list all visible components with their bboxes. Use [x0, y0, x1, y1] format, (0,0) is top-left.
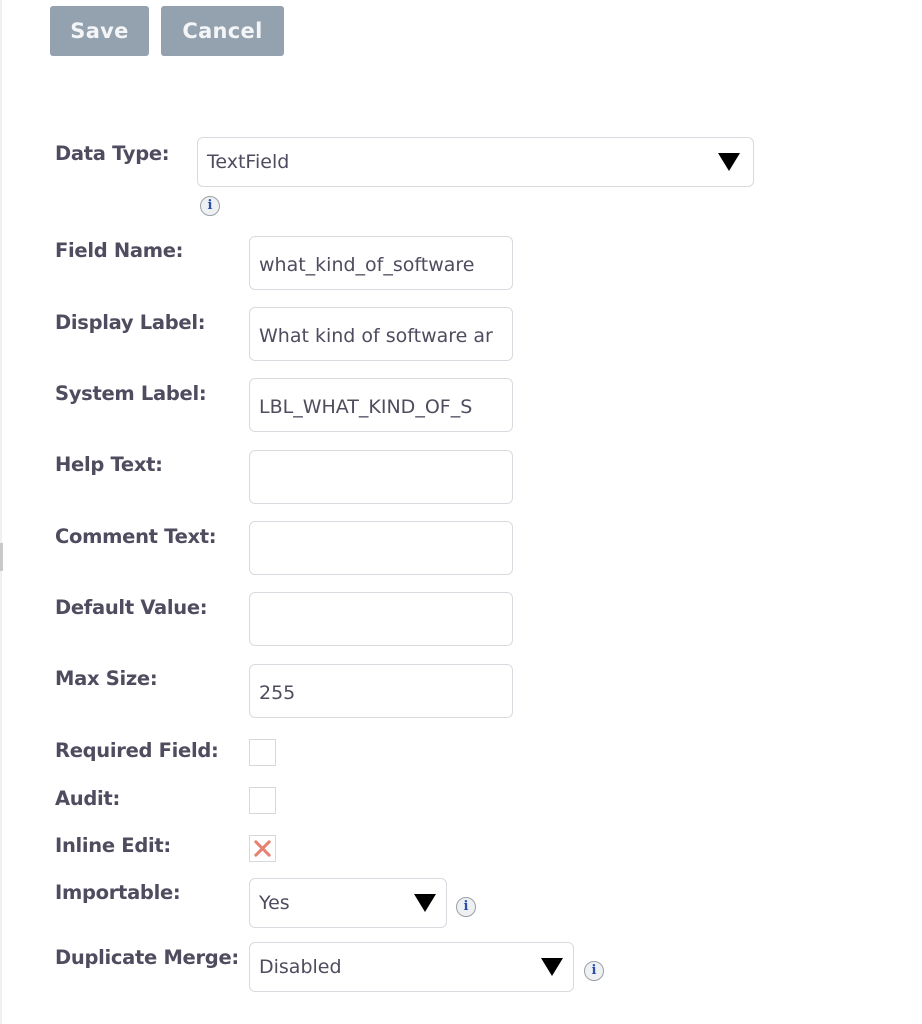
- comment-text-label: Comment Text:: [55, 525, 217, 548]
- inline-edit-label: Inline Edit:: [55, 834, 171, 857]
- data-type-value: TextField: [207, 151, 290, 173]
- audit-checkbox[interactable]: [249, 787, 276, 814]
- field-name-input[interactable]: [249, 236, 513, 290]
- max-size-input[interactable]: [249, 664, 513, 718]
- audit-label: Audit:: [55, 787, 120, 810]
- cancel-button[interactable]: Cancel: [161, 6, 284, 56]
- help-text-input[interactable]: [249, 450, 513, 504]
- x-mark-icon: [254, 840, 271, 857]
- max-size-label: Max Size:: [55, 667, 158, 690]
- inline-edit-checkbox[interactable]: [249, 835, 276, 862]
- info-icon[interactable]: i: [200, 196, 220, 216]
- system-label-input[interactable]: [249, 378, 513, 432]
- chevron-down-icon: [718, 153, 740, 171]
- info-icon[interactable]: i: [584, 961, 604, 981]
- importable-value: Yes: [259, 892, 290, 914]
- duplicate-merge-label: Duplicate Merge:: [55, 946, 239, 969]
- importable-select[interactable]: Yes: [249, 878, 447, 928]
- default-value-input[interactable]: [249, 592, 513, 646]
- importable-label: Importable:: [55, 881, 181, 904]
- system-label-label: System Label:: [55, 382, 207, 405]
- chevron-down-icon: [414, 894, 436, 912]
- display-label-label: Display Label:: [55, 311, 206, 334]
- required-field-label: Required Field:: [55, 739, 219, 762]
- panel-resize-handle[interactable]: [0, 543, 3, 571]
- default-value-label: Default Value:: [55, 596, 208, 619]
- data-type-select[interactable]: TextField: [197, 137, 754, 187]
- required-field-checkbox[interactable]: [249, 739, 276, 766]
- info-icon[interactable]: i: [456, 897, 476, 917]
- display-label-input[interactable]: [249, 307, 513, 361]
- help-text-label: Help Text:: [55, 453, 163, 476]
- chevron-down-icon: [541, 958, 563, 976]
- duplicate-merge-select[interactable]: Disabled: [249, 942, 574, 992]
- duplicate-merge-value: Disabled: [259, 956, 342, 978]
- data-type-label: Data Type:: [55, 142, 170, 165]
- left-panel-border: [0, 0, 2, 1024]
- comment-text-input[interactable]: [249, 521, 513, 575]
- field-name-label: Field Name:: [55, 239, 184, 262]
- save-button[interactable]: Save: [50, 6, 149, 56]
